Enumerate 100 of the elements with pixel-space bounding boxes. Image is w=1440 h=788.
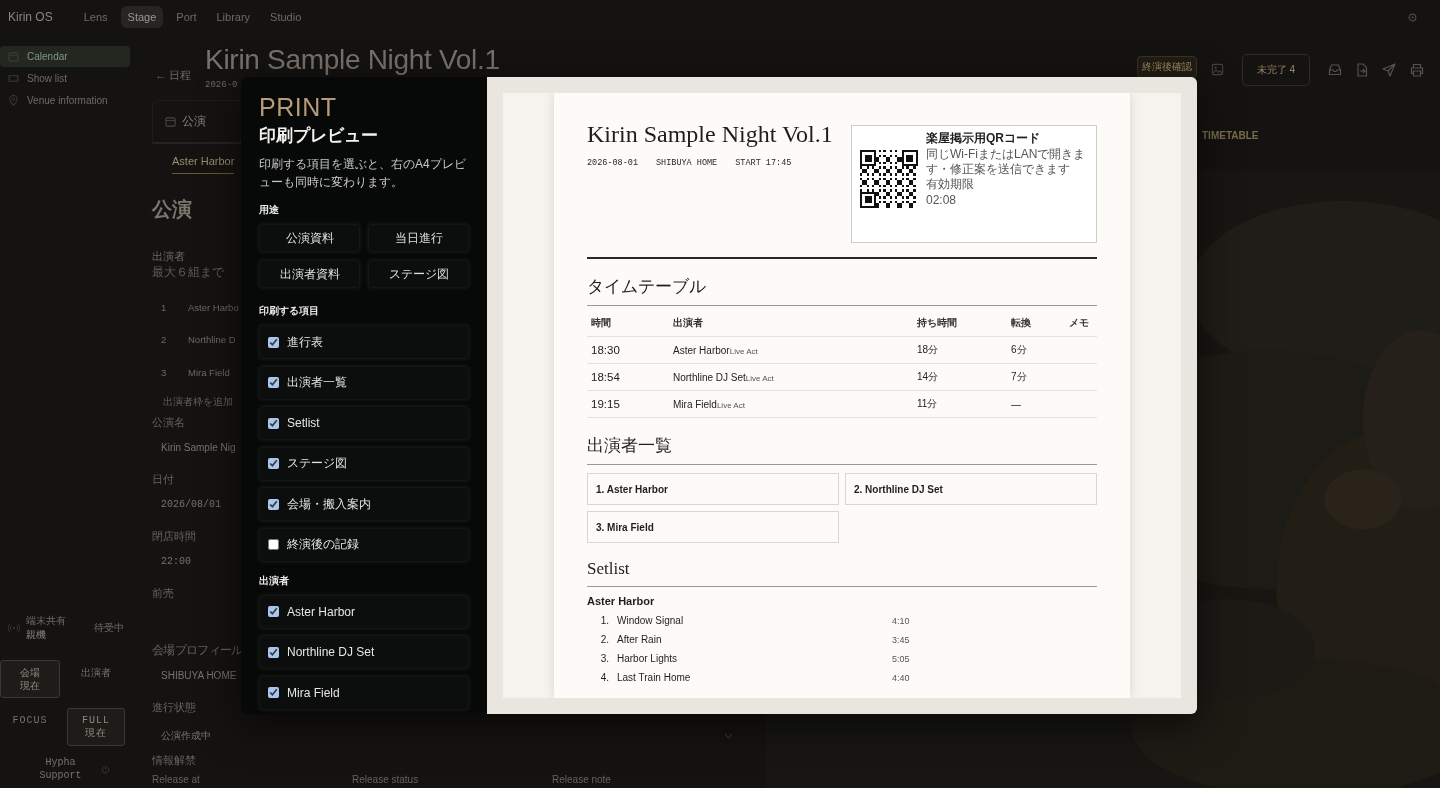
checkbox[interactable] [268,539,279,550]
option-label: Setlist [287,416,320,430]
song-length: 4:40 [892,672,910,683]
checkbox[interactable] [268,458,279,469]
section-tab[interactable]: 公演 [165,113,206,130]
table-cell: Aster HarborLive Act [669,336,913,364]
option-label: ステージ図 [287,455,347,472]
song-length: 4:10 [892,615,910,626]
option-label: Mira Field [287,685,340,700]
checkbox[interactable] [268,336,279,348]
field-label: 閉店時間 [152,528,196,544]
song-title: Window Signal [617,615,685,626]
table-cell: Mira FieldLive Act [669,390,913,418]
sidebar-item[interactable]: Venue information [0,90,130,111]
song-title: Harbor Lights [617,653,679,664]
post-show-check-button[interactable]: 終演後確認 [1136,56,1197,78]
dialog-eyebrow: PRINT [259,93,338,122]
location-pin-icon [8,95,19,106]
option-label: 進行表 [287,333,323,351]
checkbox[interactable] [268,498,279,510]
expiry-time: 02:08 [926,192,958,207]
mode-button[interactable]: 会場 現在 [0,660,60,698]
purpose-button[interactable]: 当日進行 [368,224,469,252]
add-performer-button[interactable]: 出演者枠を追加 [163,394,233,409]
table-cell: 18分 [913,336,1007,364]
qr-title: 楽屋掲示用QRコード [926,131,1041,146]
back-link[interactable]: ← 日程 [155,68,192,83]
song-number: 1. [599,615,609,626]
ticket-icon [8,73,19,84]
checkbox[interactable] [268,606,279,617]
support-label: Hypha Support [38,756,83,782]
nav-tab[interactable]: Studio [263,6,309,28]
section-title: 出演者一覧 [587,434,1097,465]
table-cell: 18:30 [587,336,669,364]
field-label: 日付 [152,471,174,487]
mode-button[interactable]: FOCUS [0,708,60,746]
timetable-label: TIMETABLE [1202,130,1260,141]
field-label: 出演者 [152,249,185,264]
input-field[interactable]: 2026/08/01 [152,486,221,523]
sidebar-item[interactable]: Show list [0,68,130,89]
input-field[interactable]: SHIBUYA HOME [152,657,237,694]
mode-button[interactable]: FULL 現在 [67,708,125,746]
table-cell: — [1007,390,1065,418]
table-cell: Northline DJ SetLive Act [669,363,913,391]
song-length: 5:05 [892,653,910,664]
qr-note: 同じWi-FiまたはLANで開きます・修正案を送信できます [926,147,1087,177]
nav-tab[interactable]: Stage [120,6,164,28]
column-header: Release at [152,773,201,785]
input-field[interactable]: 22:00 [152,543,191,580]
device-role: 親機 [26,628,47,642]
field-label: 情報解禁 [152,752,196,768]
nav-tab[interactable]: Library [209,6,258,28]
nav-tab[interactable]: Lens [76,6,115,28]
artist-name: Aster Harbor [587,595,656,607]
purpose-button[interactable]: 公演資料 [259,224,360,252]
field-label: 公演名 [152,414,185,430]
nav-tab[interactable]: Port [169,6,204,28]
page-title: Kirin Sample Night Vol.1 [205,44,500,76]
performer-card: 1. Aster Harbor [587,473,839,505]
song-number: 4. [599,672,609,683]
chevron-down-icon [724,732,733,739]
field-label: 前売 [152,585,174,601]
field-hint: 最大６組まで [152,264,224,281]
status-select[interactable]: 公演作成中 [152,724,742,747]
column-header: メモ [1065,310,1097,337]
device-label: 端末共有 [26,614,66,628]
performer-tab[interactable]: Aster Harbor [172,155,235,174]
column-header: Release note [552,773,612,785]
purpose-button[interactable]: ステージ図 [368,260,469,288]
mode-button[interactable]: 出演者 [67,660,125,698]
checkbox[interactable] [268,417,279,429]
purpose-button[interactable]: 出演者資料 [259,260,360,288]
performer-number: 2 [160,334,168,346]
event-meta: START 17:45 [735,158,792,168]
option-label: Northline DJ Set [287,645,375,659]
section-heading: 公演 [152,197,192,222]
checkbox[interactable] [268,646,279,658]
column-header: 出演者 [669,310,913,337]
table-cell: 19:15 [587,390,669,418]
document-title: Kirin Sample Night Vol.1 [587,121,833,148]
incomplete-count-button[interactable]: 未完了 4 [1241,54,1310,86]
checkbox[interactable] [268,687,279,698]
table-cell: 18:54 [587,363,669,391]
performer-number: 3 [160,366,168,378]
performer-card: 3. Mira Field [587,511,839,543]
column-header: 転換 [1007,310,1065,337]
section-label: 用途 [259,203,280,217]
table-cell: 11分 [913,390,1007,418]
checkbox[interactable] [268,377,279,388]
song-title: After Rain [617,634,663,645]
song-number: 3. [599,653,609,664]
dialog-description: 印刷する項目を選ぶと、右のA4プレビューも同時に変わります。 [259,156,467,191]
input-field[interactable]: Kirin Sample Nig [152,429,236,466]
option-label: 会場・搬入案内 [287,495,371,513]
column-header: 時間 [587,310,669,337]
event-date: 2026-0 [205,80,239,90]
sidebar-item[interactable]: Calendar [0,46,130,67]
event-meta: SHIBUYA HOME [656,158,718,168]
option-label: Aster Harbor [287,604,356,619]
expiry-label: 有効期限 [926,177,975,192]
